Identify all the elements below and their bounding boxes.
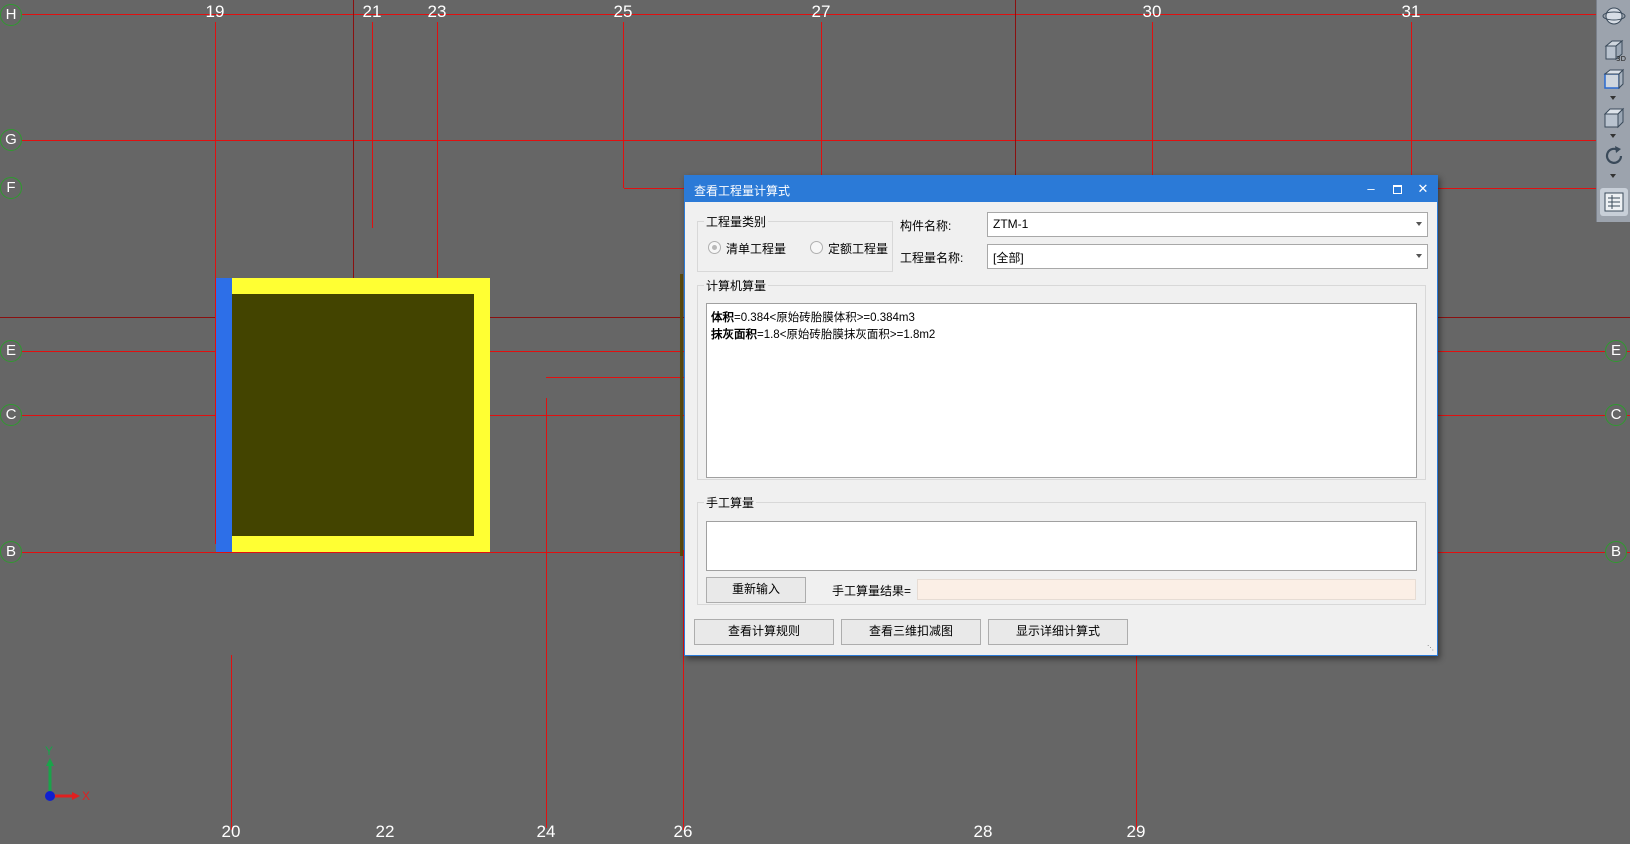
- view-3d-icon[interactable]: 3D: [1600, 36, 1628, 64]
- component-name-value: ZTM-1: [993, 217, 1029, 231]
- chevron-down-icon[interactable]: [1610, 96, 1616, 100]
- formula-expr: =0.384<原始砖胎膜体积>=0.384m3: [734, 312, 915, 324]
- component-name-label: 构件名称:: [900, 219, 952, 233]
- axis-label-top: 19: [205, 2, 225, 21]
- axis-label-bottom: 24: [536, 822, 556, 841]
- show-detail-button[interactable]: 显示详细计算式: [988, 619, 1128, 645]
- axis-bubble-right: B: [1605, 541, 1627, 563]
- dialog-title-bar[interactable]: 查看工程量计算式 – ✕: [685, 176, 1437, 202]
- group-title: 计算机算量: [704, 277, 769, 294]
- formula-name: 抹灰面积: [711, 329, 757, 341]
- computer-calc-group: 计算机算量 体积=0.384<原始砖胎膜体积>=0.384m3 抹灰面积=1.8…: [697, 277, 1426, 480]
- axis-bubble-left: C: [0, 404, 22, 426]
- axis-line-G: [0, 140, 1630, 141]
- axis-label-top: 31: [1401, 2, 1421, 21]
- close-icon[interactable]: ✕: [1413, 180, 1433, 198]
- radio-bill-quantity[interactable]: [708, 241, 721, 254]
- quantity-name-label: 工程量名称:: [900, 251, 964, 265]
- group-title: 手工算量: [704, 494, 757, 511]
- quantity-formula-dialog: 查看工程量计算式 – ✕ 工程量类别 清单工程量 定额工程量 构件名称: ZTM…: [684, 175, 1438, 656]
- axis-label-top: 30: [1142, 2, 1162, 21]
- view-cube-icon[interactable]: [1600, 104, 1628, 132]
- resize-grip-icon[interactable]: ⋱: [1427, 645, 1435, 653]
- axis-bubble-right: C: [1605, 404, 1627, 426]
- formula-line: 抹灰面积=1.8<原始砖胎膜抹灰面积>=1.8m2: [711, 326, 935, 342]
- quantity-name-value: [全部]: [993, 251, 1024, 265]
- axis-label-bottom: 22: [375, 822, 395, 841]
- axis-line-20: [231, 655, 232, 830]
- manual-calc-group: 手工算量 重新输入 手工算量结果=: [697, 494, 1426, 605]
- rotate-icon[interactable]: [1600, 142, 1628, 170]
- view-toolbar: 3D: [1596, 0, 1630, 222]
- axis-label-top: 27: [811, 2, 831, 21]
- group-title: 工程量类别: [704, 213, 769, 230]
- axis-line-31: [1411, 22, 1412, 175]
- quantity-name-select[interactable]: [全部]: [987, 244, 1428, 269]
- axis-label-bottom: 28: [973, 822, 993, 841]
- chevron-down-icon[interactable]: [1610, 174, 1616, 178]
- axis-label-bottom: 20: [221, 822, 241, 841]
- shape-dark-edge: [680, 274, 683, 556]
- axis-line-29: [1136, 655, 1137, 830]
- maximize-icon[interactable]: [1387, 180, 1407, 198]
- formula-name: 体积: [711, 312, 734, 324]
- axis-line-27: [821, 22, 822, 175]
- x-axis-label: X: [82, 789, 91, 803]
- quantity-type-group: 工程量类别 清单工程量 定额工程量: [697, 213, 893, 272]
- properties-icon[interactable]: [1600, 188, 1628, 216]
- axis-label-top: 23: [427, 2, 447, 21]
- chevron-down-icon: [1416, 254, 1422, 258]
- axis-line-aux: [546, 377, 686, 378]
- axis-bubble-right: E: [1605, 340, 1627, 362]
- formula-textarea[interactable]: 体积=0.384<原始砖胎膜体积>=0.384m3 抹灰面积=1.8<原始砖胎膜…: [706, 303, 1417, 478]
- view-box-icon[interactable]: [1600, 66, 1628, 94]
- axis-label-top: 25: [613, 2, 633, 21]
- view-rules-button[interactable]: 查看计算规则: [694, 619, 834, 645]
- formula-line: 体积=0.384<原始砖胎膜体积>=0.384m3: [711, 309, 915, 325]
- axis-line-30: [1152, 22, 1153, 175]
- axis-line-21: [372, 22, 373, 228]
- component-name-select[interactable]: ZTM-1: [987, 212, 1428, 237]
- y-axis-label: Y: [45, 744, 54, 758]
- axis-bubble-left: E: [0, 340, 22, 362]
- axis-label-bottom: 29: [1126, 822, 1146, 841]
- view-3d-deduct-button[interactable]: 查看三维扣减图: [841, 619, 981, 645]
- radio-bill-label[interactable]: 清单工程量: [726, 240, 786, 257]
- axis-line-25: [623, 22, 624, 188]
- orbit-icon[interactable]: [1600, 2, 1628, 30]
- axis-bubble-left: H: [0, 4, 22, 26]
- chevron-down-icon[interactable]: [1610, 134, 1616, 138]
- dialog-title: 查看工程量计算式: [694, 184, 791, 198]
- manual-result-field[interactable]: [917, 579, 1416, 600]
- manual-result-label: 手工算量结果=: [832, 584, 912, 598]
- axis-bubble-left: F: [0, 177, 22, 199]
- chevron-down-icon: [1416, 222, 1422, 226]
- reenter-button[interactable]: 重新输入: [706, 577, 806, 603]
- axis-line-dark-3: [1015, 0, 1016, 175]
- axis-bubble-left: G: [0, 129, 22, 151]
- radio-quota-quantity[interactable]: [810, 241, 823, 254]
- coordinate-indicator: Y X: [40, 744, 91, 806]
- view-3d-badge: 3D: [1616, 55, 1626, 63]
- brick-formwork-edge[interactable]: [216, 278, 232, 552]
- axis-label-bottom: 26: [673, 822, 693, 841]
- radio-quota-label[interactable]: 定额工程量: [828, 240, 888, 257]
- axis-label-top: 21: [362, 2, 382, 21]
- axis-line-24: [546, 398, 547, 828]
- minimize-icon[interactable]: –: [1361, 180, 1381, 198]
- axis-bubble-left: B: [0, 541, 22, 563]
- manual-input[interactable]: [706, 521, 1417, 571]
- formula-expr: =1.8<原始砖胎膜抹灰面积>=1.8m2: [757, 329, 936, 341]
- brick-formwork-inner[interactable]: [232, 294, 474, 536]
